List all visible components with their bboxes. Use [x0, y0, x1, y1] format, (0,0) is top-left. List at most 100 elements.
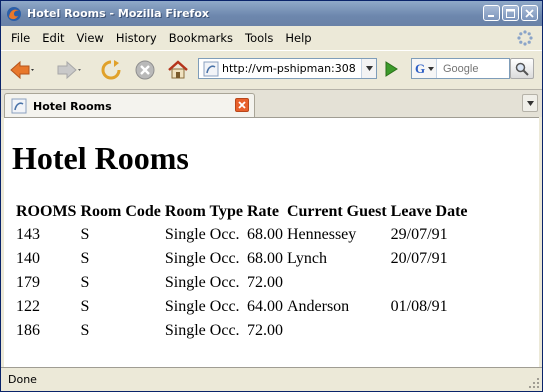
table-cell: 179	[16, 274, 40, 291]
window-title: Hotel Rooms - Mozilla Firefox	[27, 7, 209, 20]
table-cell: 72.00	[246, 322, 283, 339]
table-cell: Single Occ.	[164, 250, 240, 267]
table-cell: Single Occ.	[164, 322, 240, 339]
navigation-toolbar: http://vm-pshipman:3080/¢ G	[1, 50, 542, 89]
column-header-current-guest: Current Guest	[286, 203, 387, 220]
go-icon	[385, 61, 398, 77]
search-engine-selector[interactable]: G	[412, 59, 437, 78]
rooms-table: ROOMS Room Code Room Type Rate Current G…	[14, 201, 470, 343]
title-bar[interactable]: Hotel Rooms - Mozilla Firefox	[1, 1, 542, 26]
table-cell: S	[80, 250, 90, 267]
page-content: Hotel Rooms ROOMS Room Code Room Type Ra…	[4, 117, 540, 368]
menu-help[interactable]: Help	[279, 31, 317, 45]
address-text[interactable]: http://vm-pshipman:3080/¢	[222, 62, 356, 75]
table-header-row: ROOMS Room Code Room Type Rate Current G…	[14, 201, 470, 223]
tab-strip: Hotel Rooms	[1, 89, 542, 118]
table-cell	[389, 319, 470, 343]
table-row: 140 S Single Occ. 68.00 Lynch 20/07/91	[14, 247, 470, 271]
maximize-button[interactable]	[502, 5, 519, 21]
minimize-button[interactable]	[483, 5, 500, 21]
table-cell: 72.00	[246, 274, 283, 291]
table-row: 122 S Single Occ. 64.00 Anderson 01/08/9…	[14, 295, 470, 319]
reload-icon	[101, 60, 121, 80]
status-bar: Done	[1, 367, 542, 391]
table-row: 179 S Single Occ. 72.00	[14, 271, 470, 295]
maximize-icon	[506, 8, 515, 18]
page-heading: Hotel Rooms	[12, 140, 189, 176]
forward-button[interactable]	[56, 60, 82, 80]
throbber-icon	[517, 30, 533, 46]
tab-list-icon	[526, 100, 534, 106]
go-button[interactable]	[382, 60, 400, 82]
column-header-rooms: ROOMS	[16, 203, 77, 220]
table-cell: 122	[16, 298, 40, 315]
table-cell: S	[80, 274, 90, 291]
table-cell: 186	[16, 322, 40, 339]
content-border	[539, 117, 542, 367]
table-cell: 20/07/91	[390, 250, 448, 267]
tab-title: Hotel Rooms	[33, 99, 112, 113]
table-cell: S	[80, 298, 90, 315]
table-cell: Hennessey	[286, 226, 357, 243]
google-logo-icon: G	[415, 60, 426, 76]
tab-list-button[interactable]	[522, 94, 538, 112]
stop-button[interactable]	[134, 59, 156, 81]
table-cell: Single Occ.	[164, 274, 240, 291]
table-cell: 64.00	[246, 298, 283, 315]
tab-close-icon	[238, 101, 246, 109]
column-header-room-code: Room Code	[80, 203, 161, 220]
table-cell: 68.00	[246, 226, 283, 243]
tab-close-button[interactable]	[235, 98, 249, 112]
table-cell: Lynch	[286, 250, 327, 267]
search-input[interactable]	[441, 61, 509, 76]
menu-tools[interactable]: Tools	[239, 31, 279, 45]
menu-bookmarks[interactable]: Bookmarks	[163, 31, 239, 45]
table-cell: Anderson	[286, 298, 350, 315]
menu-edit[interactable]: Edit	[36, 31, 70, 45]
resize-grip-icon[interactable]	[528, 377, 540, 389]
table-cell: Single Occ.	[164, 226, 240, 243]
menu-file[interactable]: File	[1, 31, 36, 45]
column-header-rate: Rate	[246, 203, 279, 220]
back-icon	[10, 60, 34, 80]
search-button[interactable]	[510, 58, 534, 79]
browser-window: Hotel Rooms - Mozilla Firefox File Edit …	[0, 0, 543, 392]
status-text: Done	[8, 373, 37, 386]
reload-button[interactable]	[100, 59, 122, 81]
address-bar[interactable]: http://vm-pshipman:3080/¢	[198, 58, 377, 79]
forward-icon	[57, 60, 81, 80]
table-cell: 140	[16, 250, 40, 267]
table-cell: 01/08/91	[390, 298, 448, 315]
close-icon	[525, 8, 534, 18]
column-header-room-type: Room Type	[164, 203, 243, 220]
menu-view[interactable]: View	[71, 31, 110, 45]
column-header-leave-date: Leave Date	[390, 203, 468, 220]
table-cell: 143	[16, 226, 40, 243]
page-favicon	[203, 61, 219, 76]
home-icon	[168, 60, 188, 79]
search-box[interactable]: G	[411, 58, 510, 79]
table-cell: 68.00	[246, 250, 283, 267]
close-button[interactable]	[521, 5, 538, 21]
table-cell	[285, 319, 389, 343]
table-cell: S	[80, 322, 90, 339]
address-history-dropdown[interactable]	[361, 59, 376, 78]
page-favicon	[11, 98, 27, 114]
table-cell: Single Occ.	[164, 298, 240, 315]
back-button[interactable]	[9, 60, 35, 80]
table-cell: S	[80, 226, 90, 243]
table-row: 143 S Single Occ. 68.00 Hennessey 29/07/…	[14, 223, 470, 247]
menu-history[interactable]: History	[110, 31, 163, 45]
chevron-down-icon	[365, 66, 373, 71]
chevron-down-icon	[428, 66, 435, 71]
firefox-icon	[7, 6, 21, 21]
table-cell	[389, 271, 470, 295]
minimize-icon	[488, 14, 494, 17]
home-button[interactable]	[167, 59, 189, 81]
table-row: 186 S Single Occ. 72.00	[14, 319, 470, 343]
table-cell: 29/07/91	[390, 226, 448, 243]
stop-icon	[135, 60, 155, 80]
tab-hotel-rooms[interactable]: Hotel Rooms	[4, 93, 255, 118]
table-cell	[285, 271, 389, 295]
menu-bar: File Edit View History Bookmarks Tools H…	[1, 26, 542, 50]
